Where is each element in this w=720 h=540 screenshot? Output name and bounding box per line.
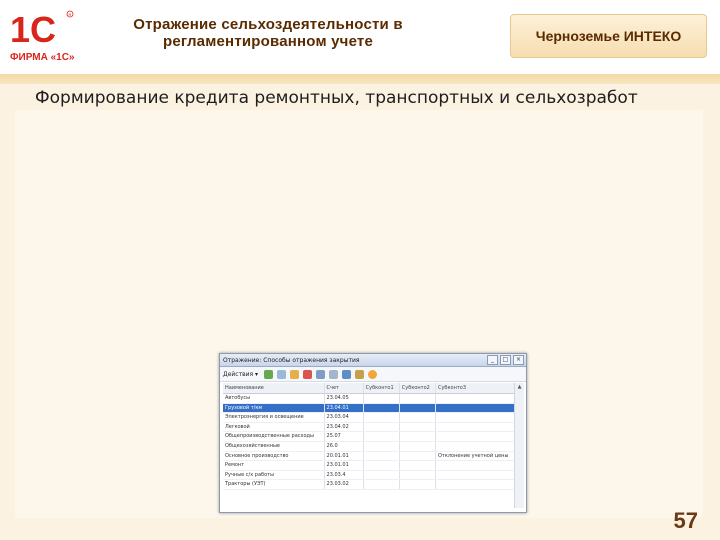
table-row[interactable]: Общепроизводственные расходы 25.07	[223, 432, 516, 442]
table-cell-s2	[400, 451, 436, 461]
table-cell-s1	[364, 394, 400, 403]
grid-header: Наименование Счет Субконто1 Субконто2 Су…	[223, 383, 516, 394]
table-cell-s2	[400, 413, 436, 422]
table-cell-s3	[436, 413, 516, 422]
table-cell-account: 23.04.02	[325, 422, 364, 432]
table-cell-account: 20.01.01	[325, 451, 364, 461]
slide-header: 1С R ФИРМА «1С» Отражение сельхоздеятель…	[0, 0, 720, 82]
table-cell-name: Тракторы (УЭТ)	[223, 480, 325, 489]
data-grid: Наименование Счет Субконто1 Субконто2 Су…	[223, 383, 516, 490]
logo-subtitle: ФИРМА «1С»	[10, 52, 75, 63]
table-cell-name: Основное производство	[223, 451, 325, 461]
refresh-icon[interactable]	[342, 369, 352, 379]
table-cell-name: Ручные с/х работы	[223, 470, 325, 480]
table-cell-name: Общехозяйственные	[223, 441, 325, 451]
table-cell-account: 25.07	[325, 432, 364, 441]
table-row[interactable]: Тракторы (УЭТ) 23.03.02	[223, 480, 516, 490]
table-cell-s1	[364, 461, 400, 470]
table-cell-name: Легковой	[223, 422, 325, 432]
table-cell-name: Электроэнергия и освещение	[223, 413, 325, 422]
table-row[interactable]: Легковой 23.04.02	[223, 422, 516, 433]
table-cell-s3	[436, 423, 516, 432]
table-cell-s3	[436, 461, 516, 470]
table-row[interactable]: Ручные с/х работы 23.03.4	[223, 470, 516, 481]
table-cell-name: Ремонт	[223, 461, 325, 470]
table-cell-s2	[400, 480, 436, 489]
table-cell-s3	[436, 394, 516, 403]
svg-text:R: R	[69, 12, 72, 17]
column-header[interactable]: Счет	[325, 383, 364, 393]
slide-heading: Формирование кредита ремонтных, транспор…	[35, 88, 638, 108]
minimize-icon[interactable]: _	[487, 355, 498, 365]
presentation-title: Отражение сельхоздеятельности в регламен…	[98, 16, 438, 50]
table-row[interactable]: Электроэнергия и освещение 23.03.04	[223, 413, 516, 423]
edit-icon[interactable]	[290, 369, 300, 379]
actions-menu[interactable]: Действия ▾	[223, 371, 258, 378]
table-cell-s2	[400, 470, 436, 480]
table-cell-s3	[436, 404, 516, 413]
table-row[interactable]: Ремонт 23.01.01	[223, 461, 516, 471]
table-cell-s3	[436, 480, 516, 489]
table-row[interactable]: Основное производство 20.01.01 Отклонение …	[223, 451, 516, 462]
copy-icon[interactable]	[277, 369, 287, 379]
table-cell-account: 26.0	[325, 441, 364, 451]
table-cell-name: Автобусы	[223, 394, 325, 403]
table-cell-account: 23.03.04	[325, 413, 364, 422]
delete-icon[interactable]	[303, 369, 313, 379]
table-cell-s1	[364, 480, 400, 489]
table-cell-account: 23.01.01	[325, 461, 364, 470]
window-toolbar: Действия ▾	[220, 367, 526, 382]
table-cell-s3	[436, 442, 516, 451]
table-row[interactable]: Общехозяйственные 26.0	[223, 441, 516, 452]
column-header[interactable]: Субконто3	[436, 383, 516, 393]
table-cell-s2	[400, 461, 436, 470]
table-cell-s1	[364, 413, 400, 422]
table-cell-s1	[364, 422, 400, 432]
settings-icon[interactable]	[355, 369, 365, 379]
scroll-up-icon[interactable]: ▲	[515, 383, 524, 392]
help-icon[interactable]	[368, 369, 378, 379]
title-line-1: Отражение сельхоздеятельности в	[133, 16, 403, 33]
table-cell-s1	[364, 451, 400, 461]
logo-text: 1С	[10, 9, 56, 50]
column-header[interactable]: Субконто1	[364, 383, 400, 393]
column-header[interactable]: Наименование	[223, 383, 325, 393]
table-cell-s1	[364, 403, 400, 413]
table-cell-s3	[436, 471, 516, 480]
table-cell-s2	[400, 394, 436, 403]
table-cell-s2	[400, 432, 436, 441]
close-icon[interactable]: ×	[513, 355, 524, 365]
table-cell-name: Общепроизводственные расходы	[223, 432, 325, 441]
table-row[interactable]: Грузовой т/км 23.04.01	[223, 403, 516, 414]
window-title: Отражение: Способы отражения закрытия	[223, 356, 360, 364]
table-cell-s2	[400, 403, 436, 413]
table-cell-s3: Отклонение учетной цены	[437, 452, 509, 459]
table-row[interactable]: Автобусы 23.04.05	[223, 394, 516, 404]
add-icon[interactable]	[264, 369, 274, 379]
page-number: 57	[673, 508, 698, 533]
table-cell-s2	[400, 422, 436, 432]
maximize-icon[interactable]: □	[500, 355, 511, 365]
sort-icon[interactable]	[329, 369, 339, 379]
filter-icon[interactable]	[316, 369, 326, 379]
table-cell-name: Грузовой т/км	[223, 403, 325, 413]
column-header[interactable]: Субконто2	[400, 383, 436, 393]
logo-1c-icon: 1С R ФИРМА «1С»	[10, 9, 75, 63]
table-cell-s1	[364, 441, 400, 451]
app-window: Отражение: Способы отражения закрытия _ …	[219, 353, 527, 513]
table-cell-s1	[364, 432, 400, 441]
title-line-2: регламентированном учете	[162, 33, 374, 50]
window-titlebar: Отражение: Способы отражения закрытия _ …	[220, 354, 526, 367]
table-cell-account: 23.03.02	[325, 480, 364, 489]
table-cell-account: 23.04.05	[325, 394, 364, 403]
table-cell-s3	[436, 432, 516, 441]
company-badge: Черноземье ИНТЕКО	[510, 14, 707, 58]
vertical-scrollbar[interactable]: ▲	[514, 383, 524, 508]
table-cell-s2	[400, 441, 436, 451]
table-cell-account: 23.04.01	[325, 403, 364, 413]
header-divider	[0, 74, 720, 84]
table-cell-account: 23.03.4	[325, 470, 364, 480]
table-cell-s1	[364, 470, 400, 480]
